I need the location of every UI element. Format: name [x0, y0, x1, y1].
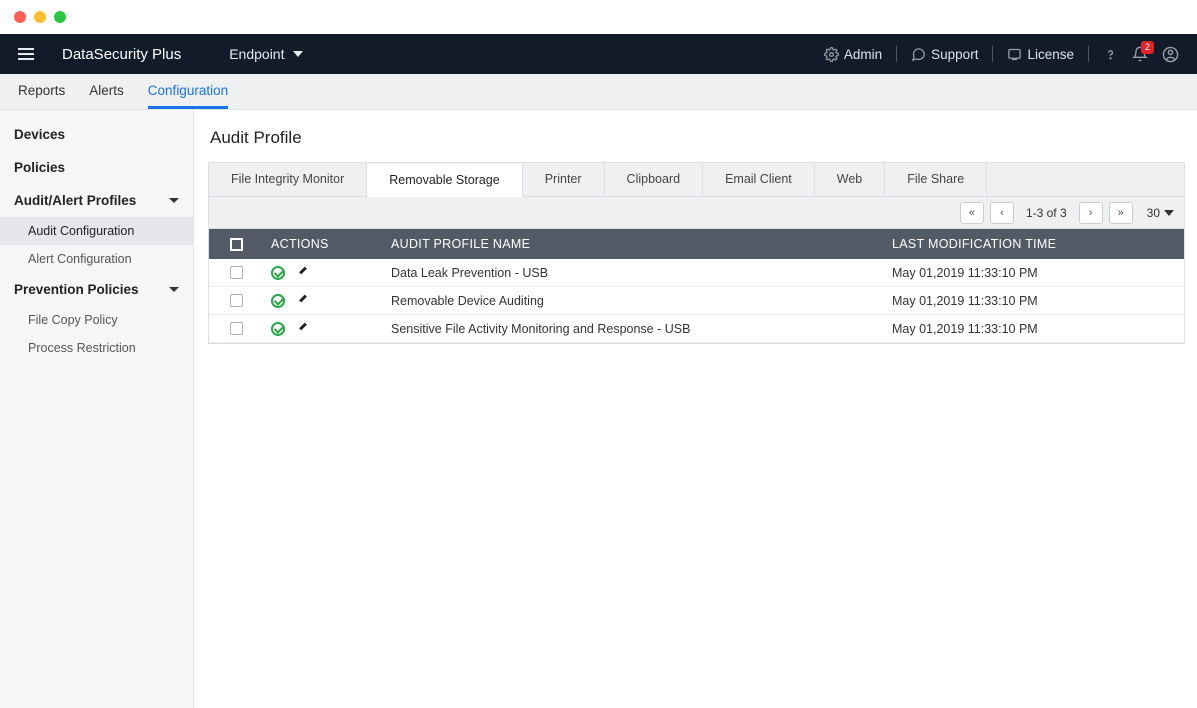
modified-time: May 01,2019 11:33:10 PM	[884, 294, 1184, 308]
sidebar-sub-file-copy[interactable]: File Copy Policy	[0, 306, 193, 334]
separator	[1088, 46, 1089, 62]
chevron-down-icon	[169, 287, 179, 292]
edit-icon[interactable]	[297, 323, 309, 335]
sidebar-item-audit-alert[interactable]: Audit/Alert Profiles	[0, 184, 193, 217]
table-row: Removable Device Auditing May 01,2019 11…	[209, 287, 1184, 315]
row-checkbox[interactable]	[230, 294, 243, 307]
sidebar-item-devices[interactable]: Devices	[0, 118, 193, 151]
sidebar: Devices Policies Audit/Alert Profiles Au…	[0, 110, 194, 708]
maximize-window-dot[interactable]	[54, 11, 66, 23]
page-prev-button[interactable]: ‹	[990, 202, 1014, 224]
tab-alerts[interactable]: Alerts	[89, 74, 124, 109]
user-menu[interactable]	[1162, 46, 1179, 63]
row-checkbox[interactable]	[230, 322, 243, 335]
chat-icon	[911, 47, 926, 62]
chevron-down-icon	[169, 198, 179, 203]
panel-tabs: File Integrity Monitor Removable Storage…	[209, 163, 1184, 197]
tab-file-share[interactable]: File Share	[885, 163, 987, 196]
support-link[interactable]: Support	[911, 47, 978, 62]
notifications-badge: 2	[1141, 41, 1154, 54]
topbar: DataSecurity Plus Endpoint Admin Support…	[0, 34, 1197, 74]
profile-name[interactable]: Data Leak Prevention - USB	[383, 266, 884, 280]
col-name: AUDIT PROFILE NAME	[383, 237, 884, 251]
license-link[interactable]: License	[1007, 47, 1074, 62]
edit-icon[interactable]	[297, 267, 309, 279]
menu-icon[interactable]	[18, 48, 34, 60]
row-checkbox[interactable]	[230, 266, 243, 279]
tab-email-client[interactable]: Email Client	[703, 163, 815, 196]
tab-printer[interactable]: Printer	[523, 163, 605, 196]
tab-removable-storage[interactable]: Removable Storage	[367, 164, 522, 197]
sidebar-sub-process-restriction[interactable]: Process Restriction	[0, 334, 193, 362]
sidebar-sub-audit-config[interactable]: Audit Configuration	[0, 217, 193, 245]
status-ok-icon	[271, 294, 285, 308]
table-row: Data Leak Prevention - USB May 01,2019 1…	[209, 259, 1184, 287]
help-link[interactable]	[1103, 47, 1118, 62]
caret-down-icon	[293, 51, 303, 57]
edit-icon[interactable]	[297, 295, 309, 307]
admin-link[interactable]: Admin	[824, 47, 882, 62]
table-toolbar: « ‹ 1-3 of 3 › » 30	[209, 197, 1184, 229]
page-last-button[interactable]: »	[1109, 202, 1133, 224]
module-selector[interactable]: Endpoint	[229, 46, 302, 62]
gear-icon	[824, 47, 839, 62]
table-row: Sensitive File Activity Monitoring and R…	[209, 315, 1184, 343]
status-ok-icon	[271, 322, 285, 336]
select-all-checkbox[interactable]	[230, 238, 243, 251]
table-header: ACTIONS AUDIT PROFILE NAME LAST MODIFICA…	[209, 229, 1184, 259]
page-title: Audit Profile	[210, 128, 1185, 148]
separator	[896, 46, 897, 62]
sidebar-item-prevention[interactable]: Prevention Policies	[0, 273, 193, 306]
sidebar-sub-alert-config[interactable]: Alert Configuration	[0, 245, 193, 273]
page-first-button[interactable]: «	[960, 202, 984, 224]
status-ok-icon	[271, 266, 285, 280]
audit-panel: File Integrity Monitor Removable Storage…	[208, 162, 1185, 344]
main-content: Audit Profile File Integrity Monitor Rem…	[194, 110, 1197, 708]
page-size-selector[interactable]: 30	[1147, 206, 1174, 220]
sub-nav: Reports Alerts Configuration	[0, 74, 1197, 110]
col-modified: LAST MODIFICATION TIME	[884, 237, 1184, 251]
close-window-dot[interactable]	[14, 11, 26, 23]
sidebar-item-policies[interactable]: Policies	[0, 151, 193, 184]
notifications-button[interactable]: 2	[1132, 46, 1148, 62]
page-range: 1-3 of 3	[1026, 206, 1067, 220]
profile-name[interactable]: Sensitive File Activity Monitoring and R…	[383, 322, 884, 336]
window-titlebar	[0, 0, 1197, 34]
license-icon	[1007, 47, 1022, 62]
tab-clipboard[interactable]: Clipboard	[605, 163, 704, 196]
modified-time: May 01,2019 11:33:10 PM	[884, 322, 1184, 336]
minimize-window-dot[interactable]	[34, 11, 46, 23]
tab-reports[interactable]: Reports	[18, 74, 65, 109]
separator	[992, 46, 993, 62]
page-next-button[interactable]: ›	[1079, 202, 1103, 224]
brand-title: DataSecurity Plus	[62, 46, 181, 63]
profile-name[interactable]: Removable Device Auditing	[383, 294, 884, 308]
topbar-right: Admin Support License 2	[824, 46, 1179, 63]
caret-down-icon	[1164, 210, 1174, 216]
module-label: Endpoint	[229, 46, 284, 62]
help-icon	[1103, 47, 1118, 62]
modified-time: May 01,2019 11:33:10 PM	[884, 266, 1184, 280]
user-icon	[1162, 46, 1179, 63]
tab-file-integrity[interactable]: File Integrity Monitor	[209, 163, 367, 196]
col-actions: ACTIONS	[263, 237, 383, 251]
tab-web[interactable]: Web	[815, 163, 885, 196]
tab-configuration[interactable]: Configuration	[148, 74, 228, 109]
